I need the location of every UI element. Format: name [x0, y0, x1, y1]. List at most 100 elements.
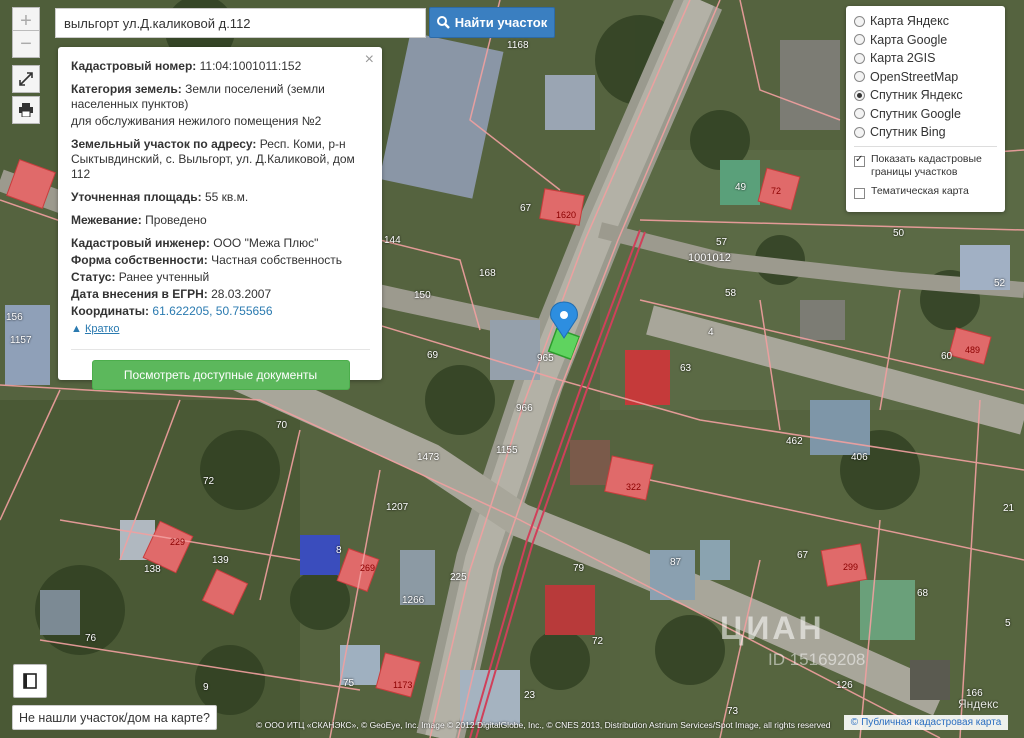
- checkbox-checked-icon[interactable]: [854, 153, 865, 167]
- radio-icon[interactable]: [854, 15, 865, 27]
- parcel-label: 225: [450, 572, 467, 583]
- parcel-info-popup: × Кадастровый номер: 11:04:1001011:152 К…: [58, 47, 382, 390]
- area-row: Уточненная площадь: 55 кв.м.: [71, 190, 370, 205]
- coordinates-label: Координаты:: [71, 304, 150, 318]
- print-button[interactable]: [12, 96, 40, 124]
- address-label: Земельный участок по адресу:: [71, 137, 257, 151]
- parcel-label: 1473: [417, 452, 440, 463]
- parcel-label: 1173: [393, 680, 413, 690]
- brief-toggle-link[interactable]: ▲ Кратко: [71, 322, 119, 337]
- parcel-label: 5: [1005, 618, 1011, 629]
- cadastral-number-value: 11:04:1001011:152: [199, 59, 302, 73]
- layer-label: Карта Google: [870, 32, 948, 47]
- layer-option-2gis-map[interactable]: Карта 2GIS: [854, 49, 997, 68]
- divider: [71, 349, 370, 350]
- parcel-label: 23: [524, 690, 536, 701]
- thematic-map-label: Тематическая карта: [871, 184, 969, 197]
- parcel-label: 70: [276, 420, 288, 431]
- parcel-label: 49: [735, 182, 747, 193]
- parcel-label: 1207: [386, 502, 409, 513]
- usage-row: для обслуживания нежилого помещения №2: [71, 114, 322, 128]
- layer-label: Карта Яндекс: [870, 14, 949, 29]
- survey-label: Межевание:: [71, 213, 142, 227]
- ownership-value: Частная собственность: [211, 253, 343, 267]
- brief-link-label: Кратко: [84, 323, 120, 335]
- parcel-label: 966: [516, 403, 533, 414]
- parcel-label: 50: [893, 228, 905, 239]
- zoom-out-button[interactable]: −: [12, 30, 40, 58]
- parcel-label: 1168: [507, 40, 529, 51]
- layer-label: Спутник Bing: [870, 125, 946, 140]
- checkbox-icon[interactable]: [854, 187, 865, 199]
- parcel-label: 269: [360, 563, 376, 573]
- parcel-label: 138: [144, 564, 161, 575]
- parcel-label: 79: [573, 563, 585, 574]
- egrn-date-row: Дата внесения в ЕГРН: 28.03.2007: [71, 287, 370, 302]
- close-icon[interactable]: ×: [365, 52, 374, 68]
- engineer-row: Кадастровый инженер: ООО "Межа Плюс": [71, 236, 370, 251]
- parcel-label: 489: [965, 345, 981, 355]
- not-found-button[interactable]: Не нашли участок/дом на карте?: [12, 705, 217, 730]
- parcel-label: 1001012: [688, 252, 731, 264]
- status-row: Статус: Ранее учтенный: [71, 270, 370, 285]
- status-value: Ранее учтенный: [118, 270, 210, 284]
- parcel-label: 63: [680, 363, 692, 374]
- parcel-label: 60: [941, 351, 953, 362]
- search-input[interactable]: [55, 8, 426, 38]
- parcel-label: 965: [537, 353, 554, 364]
- layer-switcher: Карта Яндекс Карта Google Карта 2GIS Ope…: [846, 6, 1005, 212]
- yandex-logo: Яндекс: [958, 697, 999, 711]
- radio-icon[interactable]: [854, 52, 865, 64]
- cadastral-number-row: Кадастровый номер: 11:04:1001011:152: [71, 59, 370, 74]
- parcel-label: 139: [212, 555, 229, 566]
- layer-option-yandex-satellite[interactable]: Спутник Яндекс: [854, 86, 997, 105]
- ownership-label: Форма собственности:: [71, 253, 208, 267]
- thematic-map-option[interactable]: Тематическая карта: [854, 185, 997, 199]
- layer-label: Спутник Яндекс: [870, 88, 963, 103]
- parcel-label: 229: [170, 537, 186, 547]
- area-label: Уточненная площадь:: [71, 190, 202, 204]
- parcel-label: 72: [771, 186, 782, 196]
- parcel-label: 72: [592, 636, 604, 647]
- parcel-label: 67: [520, 203, 532, 214]
- show-borders-label: Показать кадастровые границы участков: [871, 152, 982, 178]
- survey-value: Проведено: [145, 213, 207, 227]
- parcel-label: 462: [786, 436, 803, 447]
- public-cadastral-map-link[interactable]: © Публичная кадастровая карта: [844, 715, 1008, 730]
- parcel-label: 9: [203, 682, 209, 693]
- parcel-label: 57: [716, 237, 728, 248]
- search-icon: [436, 16, 450, 29]
- egrn-date-label: Дата внесения в ЕГРН:: [71, 287, 208, 301]
- layer-option-yandex-map[interactable]: Карта Яндекс: [854, 12, 997, 31]
- layer-option-google-satellite[interactable]: Спутник Google: [854, 105, 997, 124]
- coordinates-link[interactable]: 61.622205, 50.755656: [152, 304, 272, 318]
- view-documents-button[interactable]: Посмотреть доступные документы: [91, 360, 350, 390]
- parcel-label: 58: [725, 288, 737, 299]
- parcel-label: 156: [6, 312, 23, 323]
- layer-option-google-map[interactable]: Карта Google: [854, 31, 997, 50]
- status-label: Статус:: [71, 270, 116, 284]
- radio-icon[interactable]: [854, 126, 865, 138]
- fullscreen-button[interactable]: [12, 65, 40, 93]
- egrn-date-value: 28.03.2007: [211, 287, 272, 301]
- parcel-label: 1266: [402, 595, 425, 606]
- watermark-id: ID 15169208: [768, 650, 866, 669]
- coordinates-row: Координаты: 61.622205, 50.755656: [71, 304, 370, 319]
- cadastral-number-label: Кадастровый номер:: [71, 59, 197, 73]
- show-borders-option[interactable]: Показать кадастровые границы участков: [854, 153, 997, 179]
- parcel-label: 144: [384, 235, 401, 246]
- parcel-label: 68: [917, 588, 929, 599]
- parcel-label: 76: [85, 633, 97, 644]
- parcel-label: 87: [670, 557, 682, 568]
- radio-icon[interactable]: [854, 34, 865, 46]
- layer-option-osm[interactable]: OpenStreetMap: [854, 68, 997, 87]
- layer-option-bing-satellite[interactable]: Спутник Bing: [854, 123, 997, 142]
- radio-icon[interactable]: [854, 108, 865, 120]
- find-parcel-button[interactable]: Найти участок: [429, 7, 555, 38]
- radio-selected-icon[interactable]: [854, 89, 865, 101]
- map-attribution: © ООО ИТЦ «СКАНЭКС», © GeoEye, Inc. Imag…: [256, 720, 831, 730]
- parcel-label: 69: [427, 350, 439, 361]
- parcel-label: 299: [843, 562, 859, 572]
- radio-icon[interactable]: [854, 71, 865, 83]
- legend-button[interactable]: [13, 664, 47, 698]
